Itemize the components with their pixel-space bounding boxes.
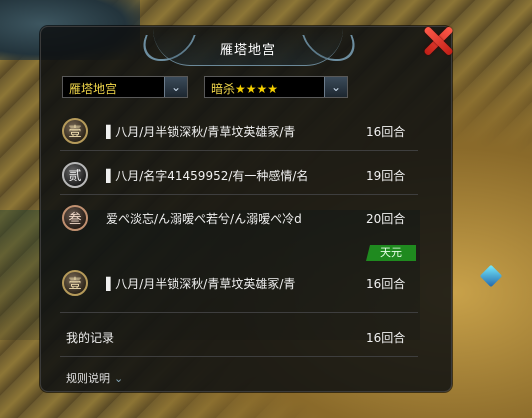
chevron-down-icon[interactable]: ⌄ (324, 77, 347, 97)
ranking-row-3[interactable]: 叁 爱ぺ淡忘/ん溺嗳ぺ若兮/ん溺嗳ぺ冷ⅾ 20回合 (58, 201, 420, 237)
chevron-down-icon[interactable]: ⌄ (164, 77, 187, 97)
row-divider (60, 150, 418, 151)
chevron-down-icon: ⌄ (114, 372, 124, 385)
scene-crystal (479, 264, 503, 288)
ranking-row-1[interactable]: 壹 ▌八月/月半锁深秋/青草坟英雄冢/青 16回合 (58, 114, 420, 150)
difficulty-stars: ★★★★ (235, 82, 279, 96)
turn-count: 19回合 (366, 169, 406, 183)
rules-toggle[interactable]: 规则说明 ⌄ (66, 370, 123, 386)
turn-count: 16回合 (366, 277, 406, 291)
difficulty-select[interactable]: 暗杀★★★★ ⌄ (204, 76, 348, 98)
turn-count: 20回合 (366, 212, 406, 226)
rank-1-medal-icon: 壹 (62, 118, 88, 144)
team-names: ▌八月/月半锁深秋/青草坟英雄冢/青 (106, 125, 296, 139)
server-tag: 天元 (366, 245, 416, 261)
turn-count: 16回合 (366, 125, 406, 139)
row-divider (60, 312, 418, 313)
team-names: ▌八月/月半锁深秋/青草坟英雄冢/青 (106, 277, 296, 291)
my-record-label: 我的记录 (66, 331, 115, 345)
team-names: 爱ぺ淡忘/ん溺嗳ぺ若兮/ん溺嗳ぺ冷ⅾ (106, 212, 302, 226)
team-names: ▌八月/名字41459952/有一种感情/名 (106, 169, 309, 183)
row-divider (60, 356, 418, 357)
rank-3-medal-icon: 叁 (62, 205, 88, 231)
rank-1-medal-icon: 壹 (62, 270, 88, 296)
row-divider (60, 194, 418, 195)
difficulty-label: 暗杀 (211, 82, 236, 96)
rules-label: 规则说明 (66, 372, 110, 385)
dungeon-select[interactable]: 雁塔地宫 ⌄ (62, 76, 188, 98)
dungeon-select-value: 雁塔地宫 (69, 82, 118, 96)
panel-title: 雁塔地宫 (219, 43, 276, 58)
close-button[interactable] (420, 24, 456, 58)
ranking-row-2[interactable]: 贰 ▌八月/名字41459952/有一种感情/名 19回合 (58, 158, 420, 194)
rank-2-medal-icon: 贰 (62, 162, 88, 188)
my-record-turns: 16回合 (366, 331, 406, 345)
server-best-row[interactable]: 壹 ▌八月/月半锁深秋/青草坟英雄冢/青 16回合 (58, 266, 420, 302)
